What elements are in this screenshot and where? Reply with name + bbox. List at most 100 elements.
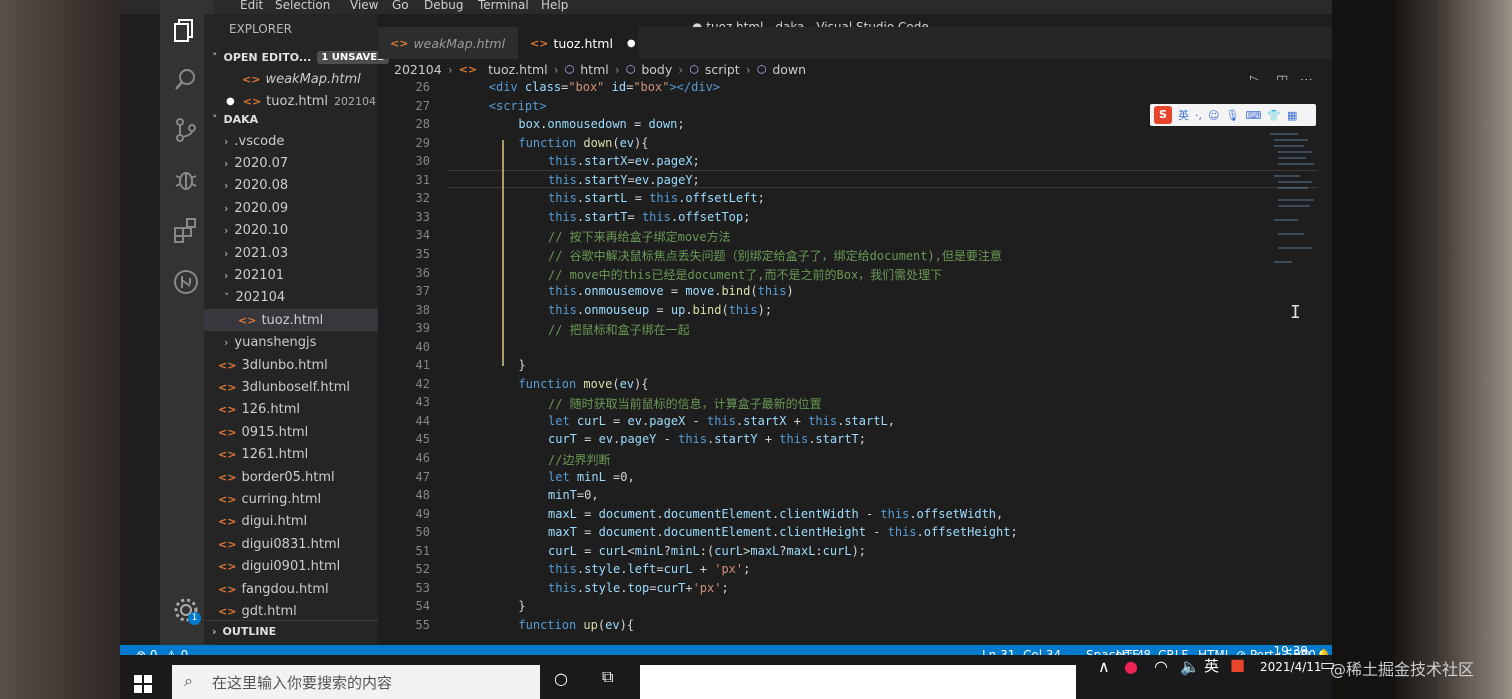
code-token: let	[548, 413, 577, 428]
tree-file[interactable]: <> 126.html	[204, 399, 378, 421]
tree-item-label: 202104	[235, 290, 286, 306]
tray-ime-mode[interactable]: 英	[1204, 655, 1219, 676]
code-token: startY	[714, 432, 758, 447]
line-number: 52	[415, 562, 430, 577]
menu-edit[interactable]: Edit	[240, 0, 263, 12]
tree-folder[interactable]: › 2020.09	[204, 197, 378, 219]
code-token: ;	[692, 172, 700, 187]
breadcrumb-html[interactable]: html	[580, 62, 608, 77]
tree-file[interactable]: <> fangdou.html	[204, 578, 378, 600]
tray-chevron-up-icon[interactable]: ∧	[1098, 657, 1110, 676]
tree-file[interactable]: <> digui.html	[204, 511, 378, 533]
wifi-icon[interactable]: ◠	[1154, 657, 1168, 676]
code-token: pageY	[656, 172, 693, 187]
code-token: maxL	[750, 543, 780, 558]
tree-file[interactable]: <> 3dlunboself.html	[204, 376, 378, 398]
html-file-icon: <>	[458, 62, 478, 76]
open-editors-section[interactable]: ˅ OPEN EDITO... 1 UNSAVED	[204, 46, 390, 68]
breadcrumb-file[interactable]: tuoz.html	[488, 62, 547, 77]
explorer-icon[interactable]	[172, 16, 200, 44]
code-token: .	[909, 506, 917, 521]
taskbar-clock[interactable]: 19:39 2021/4/11	[1260, 643, 1322, 675]
taskbar-search[interactable]: ⌕ 在这里输入你要搜索的内容	[172, 665, 540, 699]
tree-file[interactable]: <> 0915.html	[204, 421, 378, 443]
sogou-tray-icon[interactable]: ■	[1230, 655, 1245, 674]
code-line: box.onmousedown = down;	[518, 117, 684, 131]
search-icon[interactable]	[172, 66, 200, 94]
line-number: 49	[415, 506, 430, 521]
source-control-icon[interactable]	[172, 116, 200, 144]
sogou-logo-icon: S	[1154, 106, 1172, 124]
ime-mode[interactable]: 英	[1178, 107, 1189, 123]
html-file-icon: <>	[242, 94, 262, 108]
code-line: this.startT= this.offsetTop;	[548, 210, 750, 224]
menu-debug[interactable]: Debug	[424, 0, 463, 12]
code-token: ;	[743, 209, 751, 224]
line-number: 26	[415, 80, 430, 94]
tab-weakmap[interactable]: <> weakMap.html	[378, 27, 518, 59]
tray-app-icon[interactable]: ●	[1124, 657, 1138, 676]
tree-folder[interactable]: › .vscode	[204, 130, 378, 152]
code-token: // 按下来再给盒子绑定move方法	[548, 230, 731, 245]
tree-folder[interactable]: › 2020.07	[204, 152, 378, 174]
code-token: "box"	[633, 80, 670, 94]
tree-file[interactable]: <> 1261.html	[204, 444, 378, 466]
open-editor-weakmap[interactable]: <> weakMap.html	[204, 68, 378, 90]
tree-file[interactable]: <> 3dlunbo.html	[204, 354, 378, 376]
ime-toolbar[interactable]: S 英 ·, ☺ 🎙 ⌨ 👕 ▦	[1150, 104, 1316, 126]
code-token: style	[584, 580, 621, 595]
menu-go[interactable]: Go	[392, 0, 409, 12]
remote-icon[interactable]	[172, 268, 200, 296]
workspace-section[interactable]: ˅ DAKA	[204, 108, 378, 130]
tree-folder[interactable]: › 2020.08	[204, 175, 378, 197]
tree-file[interactable]: <> curring.html	[204, 488, 378, 510]
breadcrumb-folder[interactable]: 202104	[394, 62, 442, 77]
tab-tuoz[interactable]: <> tuoz.html ●	[518, 27, 638, 59]
code-editor[interactable]: 26 <div class="box" id="box"></div> 27 <scr…	[378, 80, 1332, 634]
tree-folder[interactable]: ˅ 202104	[204, 287, 378, 309]
tree-file[interactable]: <> digui0831.html	[204, 533, 378, 555]
editor-tabs: <> weakMap.html <> tuoz.html ●	[378, 27, 1332, 59]
task-view-icon[interactable]: ⧉	[602, 667, 613, 687]
volume-icon[interactable]: 🔈	[1180, 657, 1200, 676]
tree-folder[interactable]: › 2020.10	[204, 220, 378, 242]
breadcrumb-function[interactable]: down	[772, 62, 806, 77]
open-editor-detail: 202104	[334, 94, 377, 108]
code-token: top	[627, 580, 650, 595]
toolbox-icon[interactable]: ▦	[1287, 109, 1297, 122]
tree-folder[interactable]: › yuanshengjs	[204, 332, 378, 354]
code-token: startL	[844, 413, 888, 428]
outline-section[interactable]: › OUTLINE	[204, 620, 378, 642]
breadcrumb-script[interactable]: script	[705, 62, 740, 77]
menu-help[interactable]: Help	[541, 0, 568, 12]
code-token: down	[583, 135, 613, 150]
tree-file[interactable]: <> border05.html	[204, 466, 378, 488]
code-token: ;	[1010, 525, 1018, 540]
extensions-icon[interactable]	[172, 216, 200, 244]
minimap[interactable]	[1268, 130, 1318, 270]
keyboard-icon[interactable]: ⌨	[1245, 109, 1261, 122]
skin-icon[interactable]: 👕	[1267, 109, 1281, 122]
menu-view[interactable]: View	[350, 0, 378, 12]
menu-selection[interactable]: Selection	[275, 0, 330, 12]
tree-folder[interactable]: › 202101	[204, 264, 378, 286]
tree-file[interactable]: <> tuoz.html	[204, 309, 378, 332]
punctuation-icon[interactable]: ·,	[1195, 109, 1202, 122]
code-token: curL	[822, 543, 852, 558]
breadcrumb-body[interactable]: body	[641, 62, 672, 77]
tree-file[interactable]: <> digui0901.html	[204, 556, 378, 578]
emoji-icon[interactable]: ☺	[1208, 109, 1219, 122]
cortana-icon[interactable]: ○	[554, 669, 568, 688]
chevron-right-icon: ›	[553, 61, 559, 77]
line-number: 32	[415, 191, 430, 206]
code-token: this	[728, 302, 758, 317]
code-token: .	[620, 580, 628, 595]
microphone-icon[interactable]: 🎙	[1225, 109, 1239, 122]
code-token: 0,	[620, 469, 635, 484]
debug-icon[interactable]	[172, 166, 200, 194]
menu-terminal[interactable]: Terminal	[478, 0, 529, 12]
windows-start-icon[interactable]	[134, 675, 152, 693]
dirty-dot-icon[interactable]: ●	[627, 38, 636, 49]
tree-folder[interactable]: › 2021.03	[204, 242, 378, 264]
code-token: ev	[627, 413, 642, 428]
